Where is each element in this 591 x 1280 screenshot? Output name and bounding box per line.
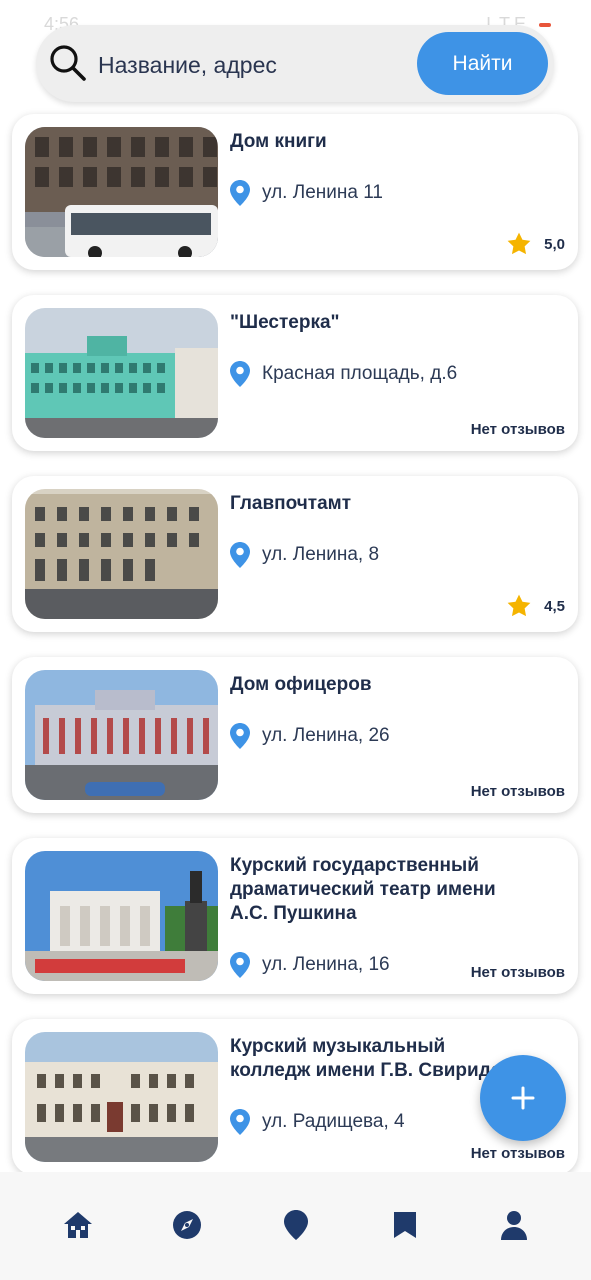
place-card-drama-theatre[interactable]: Курский государственный драматический те…	[12, 838, 578, 994]
search-button[interactable]: Найти	[417, 32, 548, 95]
place-photo	[25, 308, 218, 438]
place-photo	[25, 851, 218, 981]
search-icon	[50, 45, 86, 81]
map-pin-icon	[230, 180, 250, 206]
place-address: ул. Ленина 11	[230, 180, 383, 206]
place-photo	[25, 489, 218, 619]
place-title: "Шестерка"	[230, 312, 340, 333]
home-icon	[64, 1212, 92, 1238]
place-rating: 4,5	[506, 593, 565, 619]
nav-bookmarks[interactable]	[392, 1210, 422, 1242]
place-address-text: ул. Ленина, 16	[262, 954, 390, 975]
nav-profile[interactable]	[500, 1210, 530, 1242]
place-title: Главпочтамт	[230, 493, 352, 514]
map-pin-icon	[230, 542, 250, 568]
add-place-button[interactable]	[480, 1055, 566, 1141]
place-address-text: ул. Ленина 11	[262, 182, 383, 203]
search-bar: Найти	[36, 25, 554, 102]
no-reviews-label: Нет отзывов	[470, 421, 565, 438]
no-reviews-label: Нет отзывов	[470, 1145, 565, 1162]
place-address-text: ул. Радищева, 4	[262, 1111, 405, 1132]
rating-value: 5,0	[544, 235, 565, 253]
place-address-text: Красная площадь, д.6	[262, 363, 458, 384]
place-card-dom-ofitserov[interactable]: Дом офицеров ул. Ленина, 26 Нет отзывов	[12, 657, 578, 813]
battery-icon	[539, 23, 551, 28]
no-reviews-label: Нет отзывов	[470, 964, 565, 981]
map-pin-icon	[284, 1210, 308, 1240]
compass-icon	[173, 1211, 201, 1239]
place-photo	[25, 670, 218, 800]
place-address: ул. Радищева, 4	[230, 1109, 405, 1135]
profile-icon	[501, 1211, 527, 1240]
map-pin-icon	[230, 361, 250, 387]
place-address: ул. Ленина, 26	[230, 723, 390, 749]
place-address: ул. Ленина, 16	[230, 952, 390, 978]
map-pin-icon	[230, 723, 250, 749]
place-title: Дом офицеров	[230, 674, 372, 695]
place-photo	[25, 1032, 218, 1162]
plus-icon	[511, 1086, 535, 1110]
place-address: Красная площадь, д.6	[230, 361, 457, 387]
place-photo	[25, 127, 218, 257]
no-reviews-label: Нет отзывов	[470, 783, 565, 800]
place-address: ул. Ленина, 8	[230, 542, 379, 568]
place-address-text: ул. Ленина, 26	[262, 725, 390, 746]
rating-value: 4,5	[544, 597, 565, 615]
place-card-shesterka[interactable]: "Шестерка" Красная площадь, д.6 Нет отзы…	[12, 295, 578, 451]
nav-home[interactable]	[63, 1210, 93, 1242]
place-address-text: ул. Ленина, 8	[262, 544, 380, 565]
nav-map[interactable]	[284, 1210, 314, 1242]
place-rating: 5,0	[506, 231, 565, 257]
star-icon	[507, 232, 531, 255]
place-title: Курский государственный драматический те…	[230, 855, 496, 924]
bottom-nav	[0, 1172, 591, 1280]
place-card-glavpochtamt[interactable]: Главпочтамт ул. Ленина, 8 4,5	[12, 476, 578, 632]
place-title: Дом книги	[230, 131, 327, 152]
place-card-dom-knigi[interactable]: Дом книги ул. Ленина 11 5,0	[12, 114, 578, 270]
map-pin-icon	[230, 1109, 250, 1135]
nav-explore[interactable]	[172, 1210, 202, 1242]
star-icon	[507, 594, 531, 617]
map-pin-icon	[230, 952, 250, 978]
search-input[interactable]	[98, 45, 398, 85]
bookmark-icon	[394, 1212, 416, 1238]
